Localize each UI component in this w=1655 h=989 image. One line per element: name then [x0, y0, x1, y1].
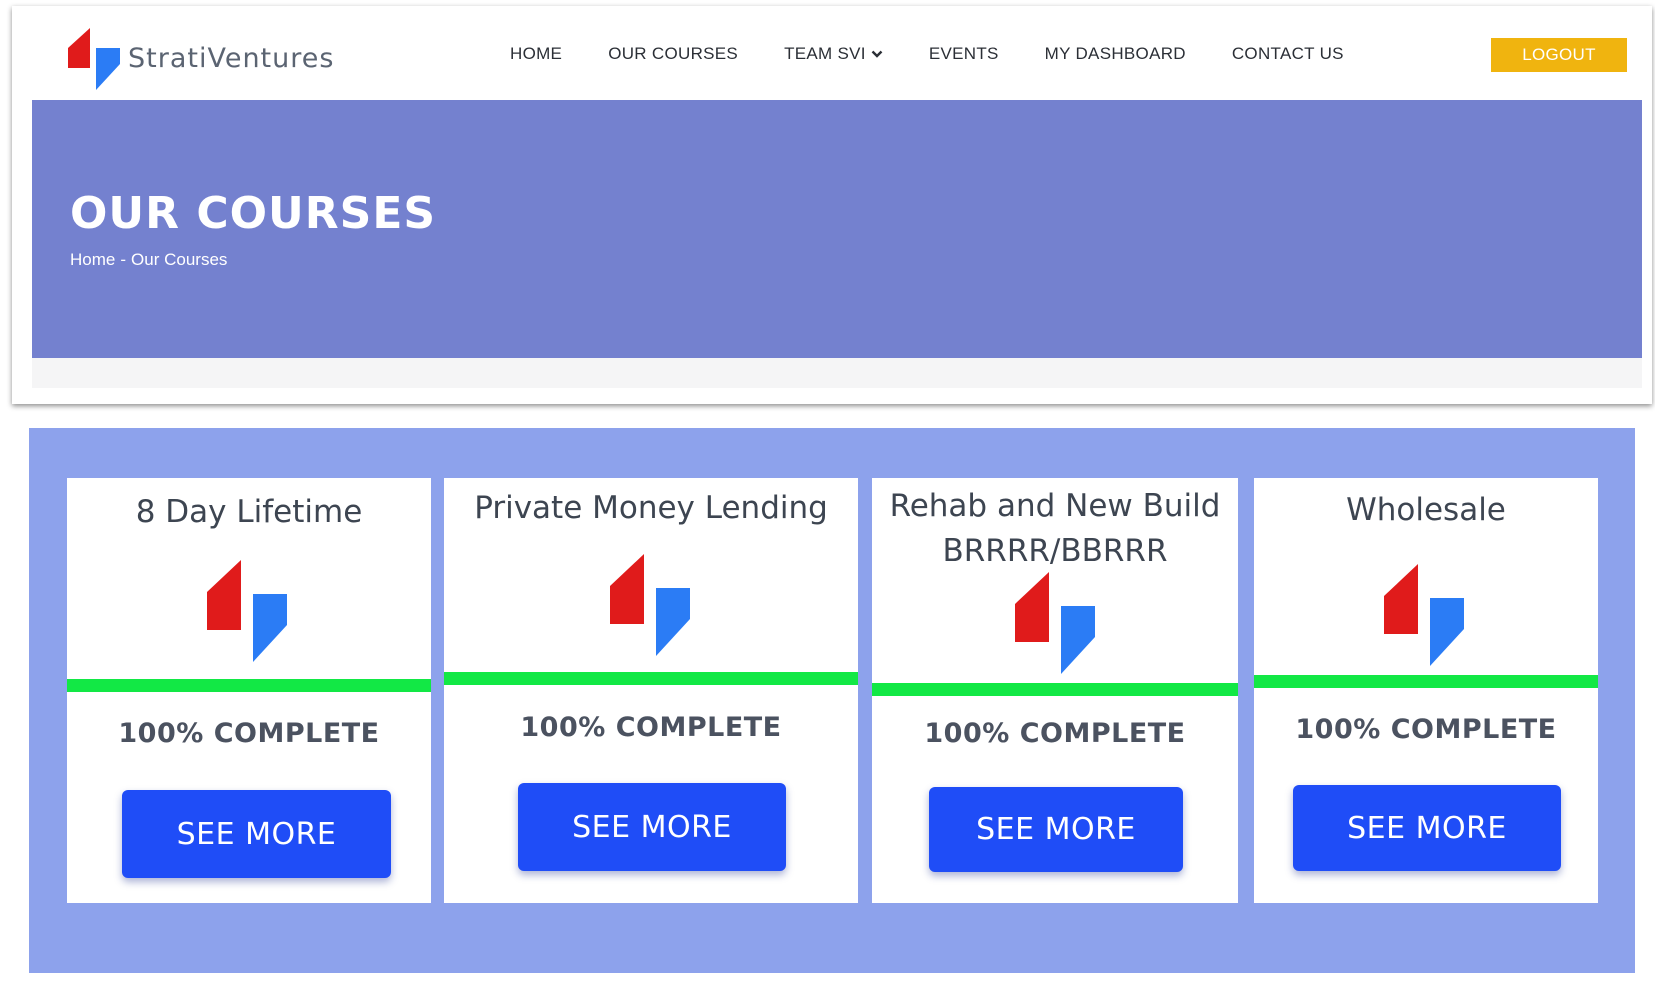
course-progress-bar: [67, 679, 431, 692]
chevron-down-icon: [871, 50, 883, 58]
course-logo-icon: [1384, 564, 1464, 666]
course-progress-fill: [872, 683, 1238, 696]
nav-my-dashboard-label: MY DASHBOARD: [1044, 44, 1186, 63]
course-progress-bar: [444, 672, 858, 685]
course-title: Wholesale: [1254, 488, 1598, 533]
course-progress-bar: [872, 683, 1238, 696]
course-progress-label: 100% COMPLETE: [520, 712, 782, 743]
main-nav: HOME OUR COURSES TEAM SVI EVENTS MY DASH…: [510, 44, 1390, 64]
see-more-button[interactable]: SEE MORE: [122, 790, 391, 878]
course-title: Private Money Lending: [444, 486, 858, 531]
breadcrumb-home-link[interactable]: Home: [70, 250, 115, 270]
course-logo-icon: [610, 554, 690, 656]
logout-button[interactable]: LOGOUT: [1491, 38, 1627, 72]
course-progress-label: 100% COMPLETE: [118, 718, 380, 749]
nav-our-courses-label: OUR COURSES: [608, 44, 739, 63]
strati-logo-icon: [68, 26, 128, 90]
header-panel: StratiVentures HOME OUR COURSES TEAM SVI…: [12, 6, 1652, 404]
course-card: Rehab and New Build BRRRR/BBRRR 100% COM…: [872, 478, 1238, 903]
breadcrumb: Home - Our Courses: [70, 250, 227, 270]
course-progress-fill: [444, 672, 858, 685]
course-title-line: 8 Day Lifetime: [135, 494, 363, 530]
nav-contact-us-label: CONTACT US: [1231, 44, 1344, 63]
course-logo-icon: [1015, 572, 1095, 674]
course-title-line: Private Money Lending: [474, 490, 828, 526]
course-title: 8 Day Lifetime: [67, 490, 431, 535]
course-title-line: Wholesale: [1346, 492, 1506, 528]
nav-contact-us[interactable]: CONTACT US: [1232, 44, 1344, 64]
nav-team-svi-label: TEAM SVI: [784, 44, 866, 63]
see-more-button[interactable]: SEE MORE: [518, 783, 786, 871]
nav-home-label: HOME: [510, 44, 563, 63]
course-card: Wholesale 100% COMPLETE SEE MORE: [1254, 478, 1598, 903]
hero-divider-strip: [32, 358, 1642, 388]
breadcrumb-separator: -: [120, 250, 127, 269]
course-progress-fill: [1254, 675, 1598, 688]
nav-team-svi[interactable]: TEAM SVI: [784, 44, 883, 64]
page-title: OUR COURSES: [70, 188, 437, 239]
course-title: Rehab and New Build BRRRR/BBRRR: [872, 484, 1238, 574]
nav-our-courses[interactable]: OUR COURSES: [608, 44, 738, 64]
course-logo-icon: [207, 560, 287, 662]
nav-my-dashboard[interactable]: MY DASHBOARD: [1045, 44, 1186, 64]
see-more-button[interactable]: SEE MORE: [929, 787, 1183, 872]
course-progress-label: 100% COMPLETE: [924, 718, 1186, 749]
nav-home[interactable]: HOME: [510, 44, 562, 64]
course-progress-fill: [67, 679, 431, 692]
nav-events[interactable]: EVENTS: [929, 44, 999, 64]
breadcrumb-current: Our Courses: [131, 250, 228, 269]
course-progress-bar: [1254, 675, 1598, 688]
nav-events-label: EVENTS: [928, 44, 999, 63]
page-hero: OUR COURSES Home - Our Courses: [32, 100, 1642, 358]
brand[interactable]: StratiVentures: [68, 26, 334, 90]
course-title-line: BRRRR/BBRRR: [942, 533, 1168, 569]
brand-name: StratiVentures: [128, 42, 335, 74]
course-card: Private Money Lending 100% COMPLETE SEE …: [444, 478, 858, 903]
course-progress-label: 100% COMPLETE: [1295, 714, 1557, 745]
see-more-button[interactable]: SEE MORE: [1293, 785, 1561, 871]
course-title-line: Rehab and New Build: [889, 488, 1221, 524]
course-card: 8 Day Lifetime 100% COMPLETE SEE MORE: [67, 478, 431, 903]
